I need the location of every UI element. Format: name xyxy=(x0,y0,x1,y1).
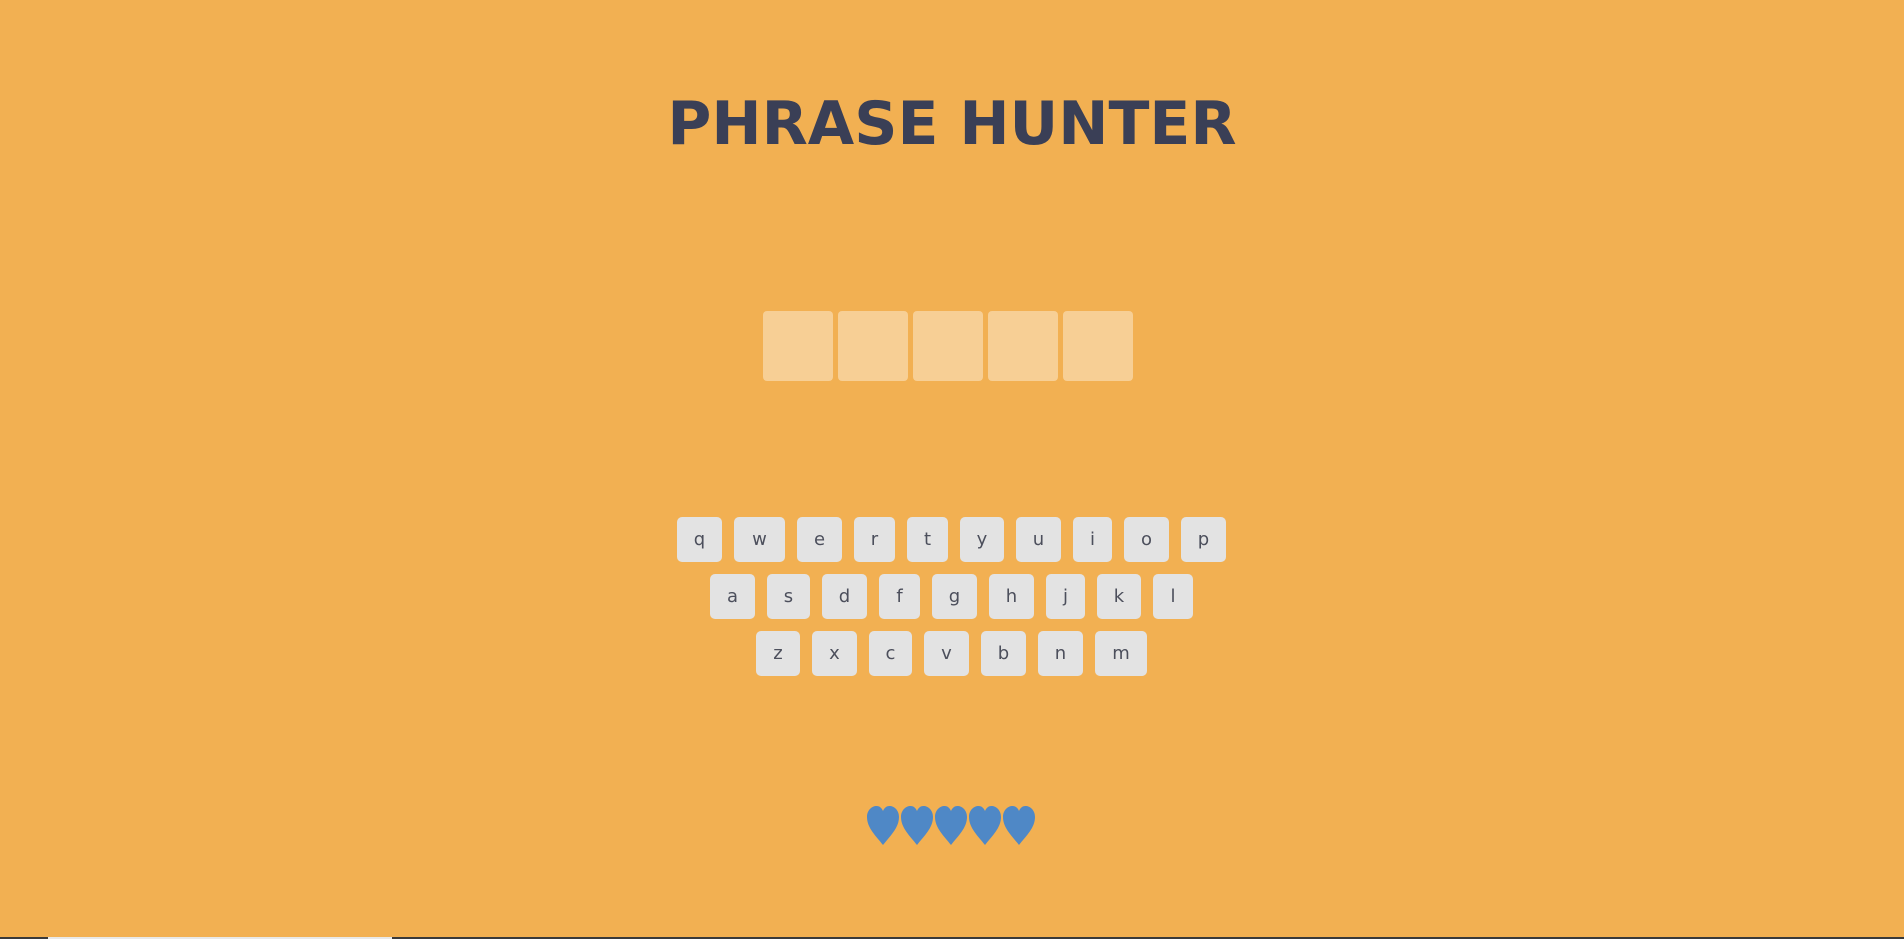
keyboard-row-1: q w e r t y u i o p xyxy=(0,517,1904,563)
key-c[interactable]: c xyxy=(869,631,912,676)
key-l[interactable]: l xyxy=(1153,574,1193,619)
page-title: PHRASE HUNTER xyxy=(667,89,1237,159)
phrase-letter-tile xyxy=(763,311,833,381)
key-f[interactable]: f xyxy=(879,574,920,619)
key-u[interactable]: u xyxy=(1016,517,1061,562)
heart-icon xyxy=(1003,806,1035,845)
phrase-display xyxy=(763,311,1133,381)
keyboard-row-3: z x c v b n m xyxy=(0,631,1904,677)
key-v[interactable]: v xyxy=(924,631,969,676)
lives-scoreboard xyxy=(866,806,1036,846)
phrase-letter-tile xyxy=(988,311,1058,381)
key-a[interactable]: a xyxy=(710,574,755,619)
key-m[interactable]: m xyxy=(1095,631,1147,676)
heart-icon xyxy=(867,806,899,845)
phrase-letter-tile xyxy=(913,311,983,381)
key-k[interactable]: k xyxy=(1097,574,1141,619)
key-i[interactable]: i xyxy=(1073,517,1112,562)
key-z[interactable]: z xyxy=(756,631,800,676)
heart-icon xyxy=(935,806,967,845)
key-q[interactable]: q xyxy=(677,517,722,562)
key-j[interactable]: j xyxy=(1046,574,1085,619)
heart-icon xyxy=(969,806,1001,845)
keyboard-row-2: a s d f g h j k l xyxy=(0,574,1904,620)
key-w[interactable]: w xyxy=(734,517,785,562)
phrase-letter-tile xyxy=(838,311,908,381)
key-t[interactable]: t xyxy=(907,517,948,562)
key-r[interactable]: r xyxy=(854,517,895,562)
key-y[interactable]: y xyxy=(960,517,1004,562)
key-b[interactable]: b xyxy=(981,631,1026,676)
phrase-letter-tile xyxy=(1063,311,1133,381)
key-e[interactable]: e xyxy=(797,517,842,562)
key-h[interactable]: h xyxy=(989,574,1034,619)
key-p[interactable]: p xyxy=(1181,517,1226,562)
key-n[interactable]: n xyxy=(1038,631,1083,676)
key-x[interactable]: x xyxy=(812,631,857,676)
heart-icon xyxy=(901,806,933,845)
key-s[interactable]: s xyxy=(767,574,810,619)
key-o[interactable]: o xyxy=(1124,517,1169,562)
key-g[interactable]: g xyxy=(932,574,977,619)
key-d[interactable]: d xyxy=(822,574,867,619)
